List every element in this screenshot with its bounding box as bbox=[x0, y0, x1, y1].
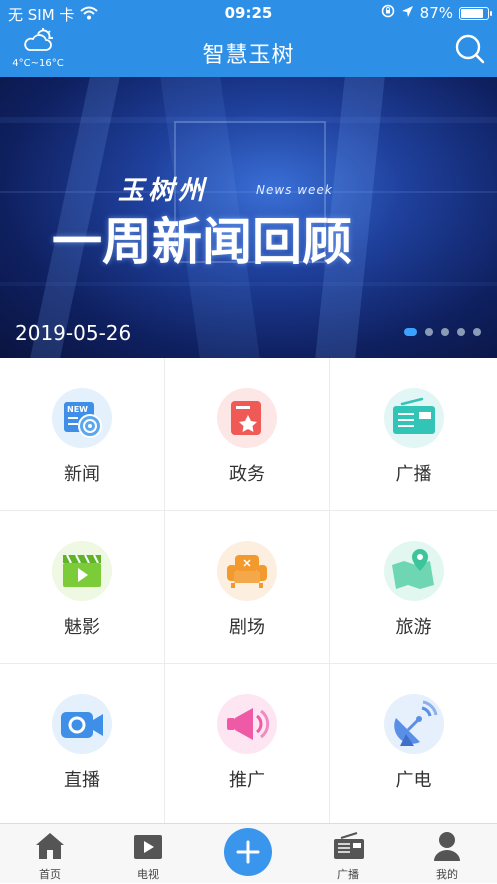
grid-item-theater[interactable]: 剧场 bbox=[165, 511, 330, 664]
grid-item-label: 直播 bbox=[64, 770, 100, 791]
user-icon bbox=[434, 832, 460, 861]
banner-title-en: News week bbox=[256, 183, 333, 197]
banner-date: 2019-05-26 bbox=[15, 321, 132, 345]
carousel-dot[interactable] bbox=[457, 328, 465, 336]
search-icon bbox=[455, 34, 485, 64]
promotion-megaphone-icon bbox=[217, 694, 277, 754]
news-icon: NEW bbox=[52, 388, 112, 448]
tab-label: 首页 bbox=[39, 868, 61, 881]
home-icon bbox=[36, 833, 64, 859]
add-button[interactable] bbox=[224, 828, 272, 876]
status-bar: 无 SIM 卡 09:25 87% bbox=[0, 0, 497, 26]
svg-text:NEW: NEW bbox=[67, 405, 88, 414]
tv-play-icon bbox=[134, 835, 162, 859]
grid-item-label: 魅影 bbox=[64, 617, 100, 638]
tab-label: 电视 bbox=[137, 868, 159, 881]
government-icon bbox=[217, 388, 277, 448]
grid-item-live[interactable]: 直播 bbox=[0, 664, 165, 823]
orientation-lock-icon bbox=[381, 4, 395, 22]
grid-item-label: 广电 bbox=[395, 770, 432, 791]
grid-item-promotion[interactable]: 推广 bbox=[165, 664, 330, 823]
grid-item-label: 广播 bbox=[395, 464, 432, 485]
search-button[interactable] bbox=[453, 32, 487, 66]
grid-item-label: 旅游 bbox=[395, 617, 432, 638]
news-banner-carousel[interactable]: 玉树州 News week 一周新闻回顾 2019-05-26 bbox=[0, 77, 497, 358]
live-camera-icon bbox=[52, 694, 112, 754]
grid-item-news[interactable]: NEW 新闻 bbox=[0, 358, 165, 511]
grid-item-video[interactable]: 魅影 bbox=[0, 511, 165, 664]
carousel-dot[interactable] bbox=[473, 328, 481, 336]
grid-item-radio[interactable]: 广播 bbox=[330, 358, 497, 511]
location-arrow-icon bbox=[401, 4, 414, 22]
grid-item-label: 新闻 bbox=[64, 464, 100, 485]
battery-percent: 87% bbox=[419, 4, 453, 22]
tab-label: 广播 bbox=[337, 868, 359, 881]
tab-tv[interactable]: 电视 bbox=[108, 824, 188, 884]
tab-label: 我的 bbox=[436, 868, 458, 881]
carousel-dot[interactable] bbox=[441, 328, 449, 336]
travel-map-icon bbox=[384, 541, 444, 601]
grid-item-label: 政务 bbox=[229, 464, 265, 485]
tab-radio[interactable]: 广播 bbox=[308, 824, 388, 884]
plus-icon bbox=[236, 840, 260, 864]
battery-icon bbox=[459, 6, 492, 20]
feature-grid: NEW 新闻 政务 广播 魅影 剧场 旅游 直播 推广 广电 bbox=[0, 358, 497, 823]
broadcast-dish-icon bbox=[384, 694, 444, 754]
carousel-dot[interactable] bbox=[404, 328, 417, 336]
banner-title-big: 一周新闻回顾 bbox=[52, 213, 352, 271]
carousel-dot[interactable] bbox=[425, 328, 433, 336]
radio-icon bbox=[384, 388, 444, 448]
grid-item-government[interactable]: 政务 bbox=[165, 358, 330, 511]
carousel-indicator[interactable] bbox=[404, 328, 481, 336]
video-icon bbox=[52, 541, 112, 601]
tab-home[interactable]: 首页 bbox=[10, 824, 90, 884]
grid-item-broadcast[interactable]: 广电 bbox=[330, 664, 497, 823]
grid-item-label: 剧场 bbox=[229, 617, 265, 638]
page-title: 智慧玉树 bbox=[202, 43, 295, 68]
tab-mine[interactable]: 我的 bbox=[407, 824, 487, 884]
theater-icon bbox=[217, 541, 277, 601]
grid-item-label: 推广 bbox=[229, 770, 265, 791]
app-header: 4°C~16°C 智慧玉树 bbox=[0, 26, 497, 77]
grid-item-travel[interactable]: 旅游 bbox=[330, 511, 497, 664]
radio-icon bbox=[334, 832, 364, 859]
